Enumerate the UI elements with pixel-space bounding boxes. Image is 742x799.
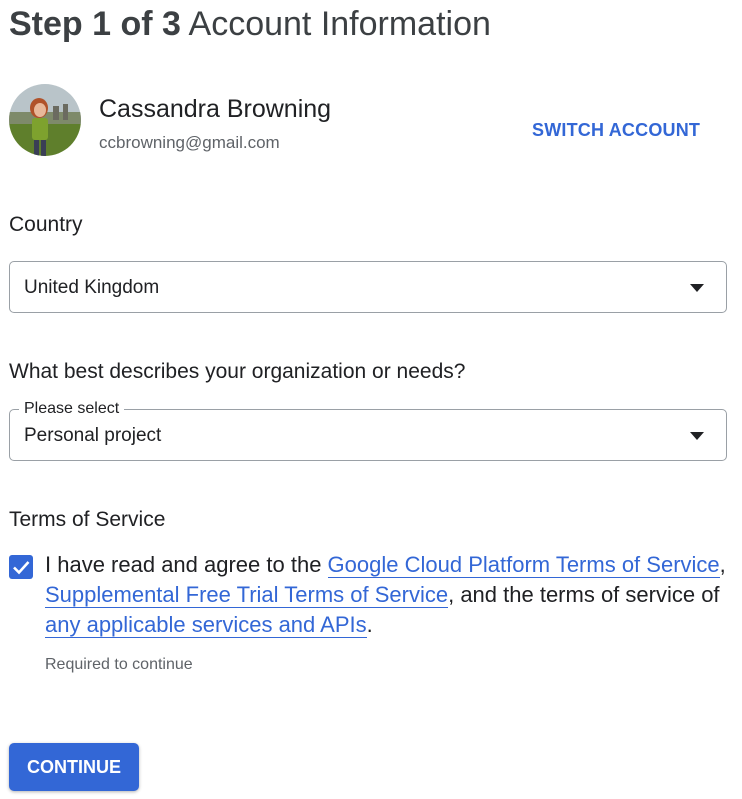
avatar <box>9 84 81 156</box>
applicable-services-link[interactable]: any applicable services and APIs <box>45 612 367 638</box>
terms-agreement-text: I have read and agree to the Google Clou… <box>45 550 735 640</box>
organization-heading: What best describes your organization or… <box>9 360 466 383</box>
switch-account-button[interactable]: SWITCH ACCOUNT <box>523 114 709 146</box>
account-email: ccbrowning@gmail.com <box>99 133 280 152</box>
terms-text-after: . <box>366 612 373 637</box>
dropdown-arrow-icon <box>690 432 704 440</box>
terms-separator: , <box>719 552 726 577</box>
account-information-page: Step 1 of 3 Account Information Cassandr… <box>0 0 742 799</box>
organization-select-label: Please select <box>19 399 125 419</box>
page-title: Step 1 of 3 Account Information <box>9 2 491 46</box>
terms-text-middle: , and the terms of service of <box>448 582 720 607</box>
page-title-text: Account Information <box>188 5 491 43</box>
gcp-terms-link[interactable]: Google Cloud Platform Terms of Service <box>327 552 720 578</box>
country-selected-value: United Kingdom <box>24 277 160 298</box>
account-name: Cassandra Browning <box>99 95 332 123</box>
organization-selected-value: Personal project <box>24 425 162 446</box>
free-trial-terms-link[interactable]: Supplemental Free Trial Terms of Service <box>45 582 449 608</box>
required-helper-text: Required to continue <box>45 656 193 673</box>
country-select[interactable]: United Kingdom <box>9 261 727 313</box>
dropdown-arrow-icon <box>690 284 704 292</box>
terms-heading: Terms of Service <box>9 508 166 531</box>
step-indicator: Step 1 of 3 <box>9 5 181 43</box>
checkmark-icon <box>13 561 30 575</box>
terms-checkbox[interactable] <box>9 555 33 579</box>
continue-button[interactable]: CONTINUE <box>9 743 139 791</box>
organization-select[interactable]: Please select Personal project <box>9 399 727 461</box>
terms-text-before: I have read and agree to the <box>45 552 328 577</box>
country-heading: Country <box>9 213 83 236</box>
